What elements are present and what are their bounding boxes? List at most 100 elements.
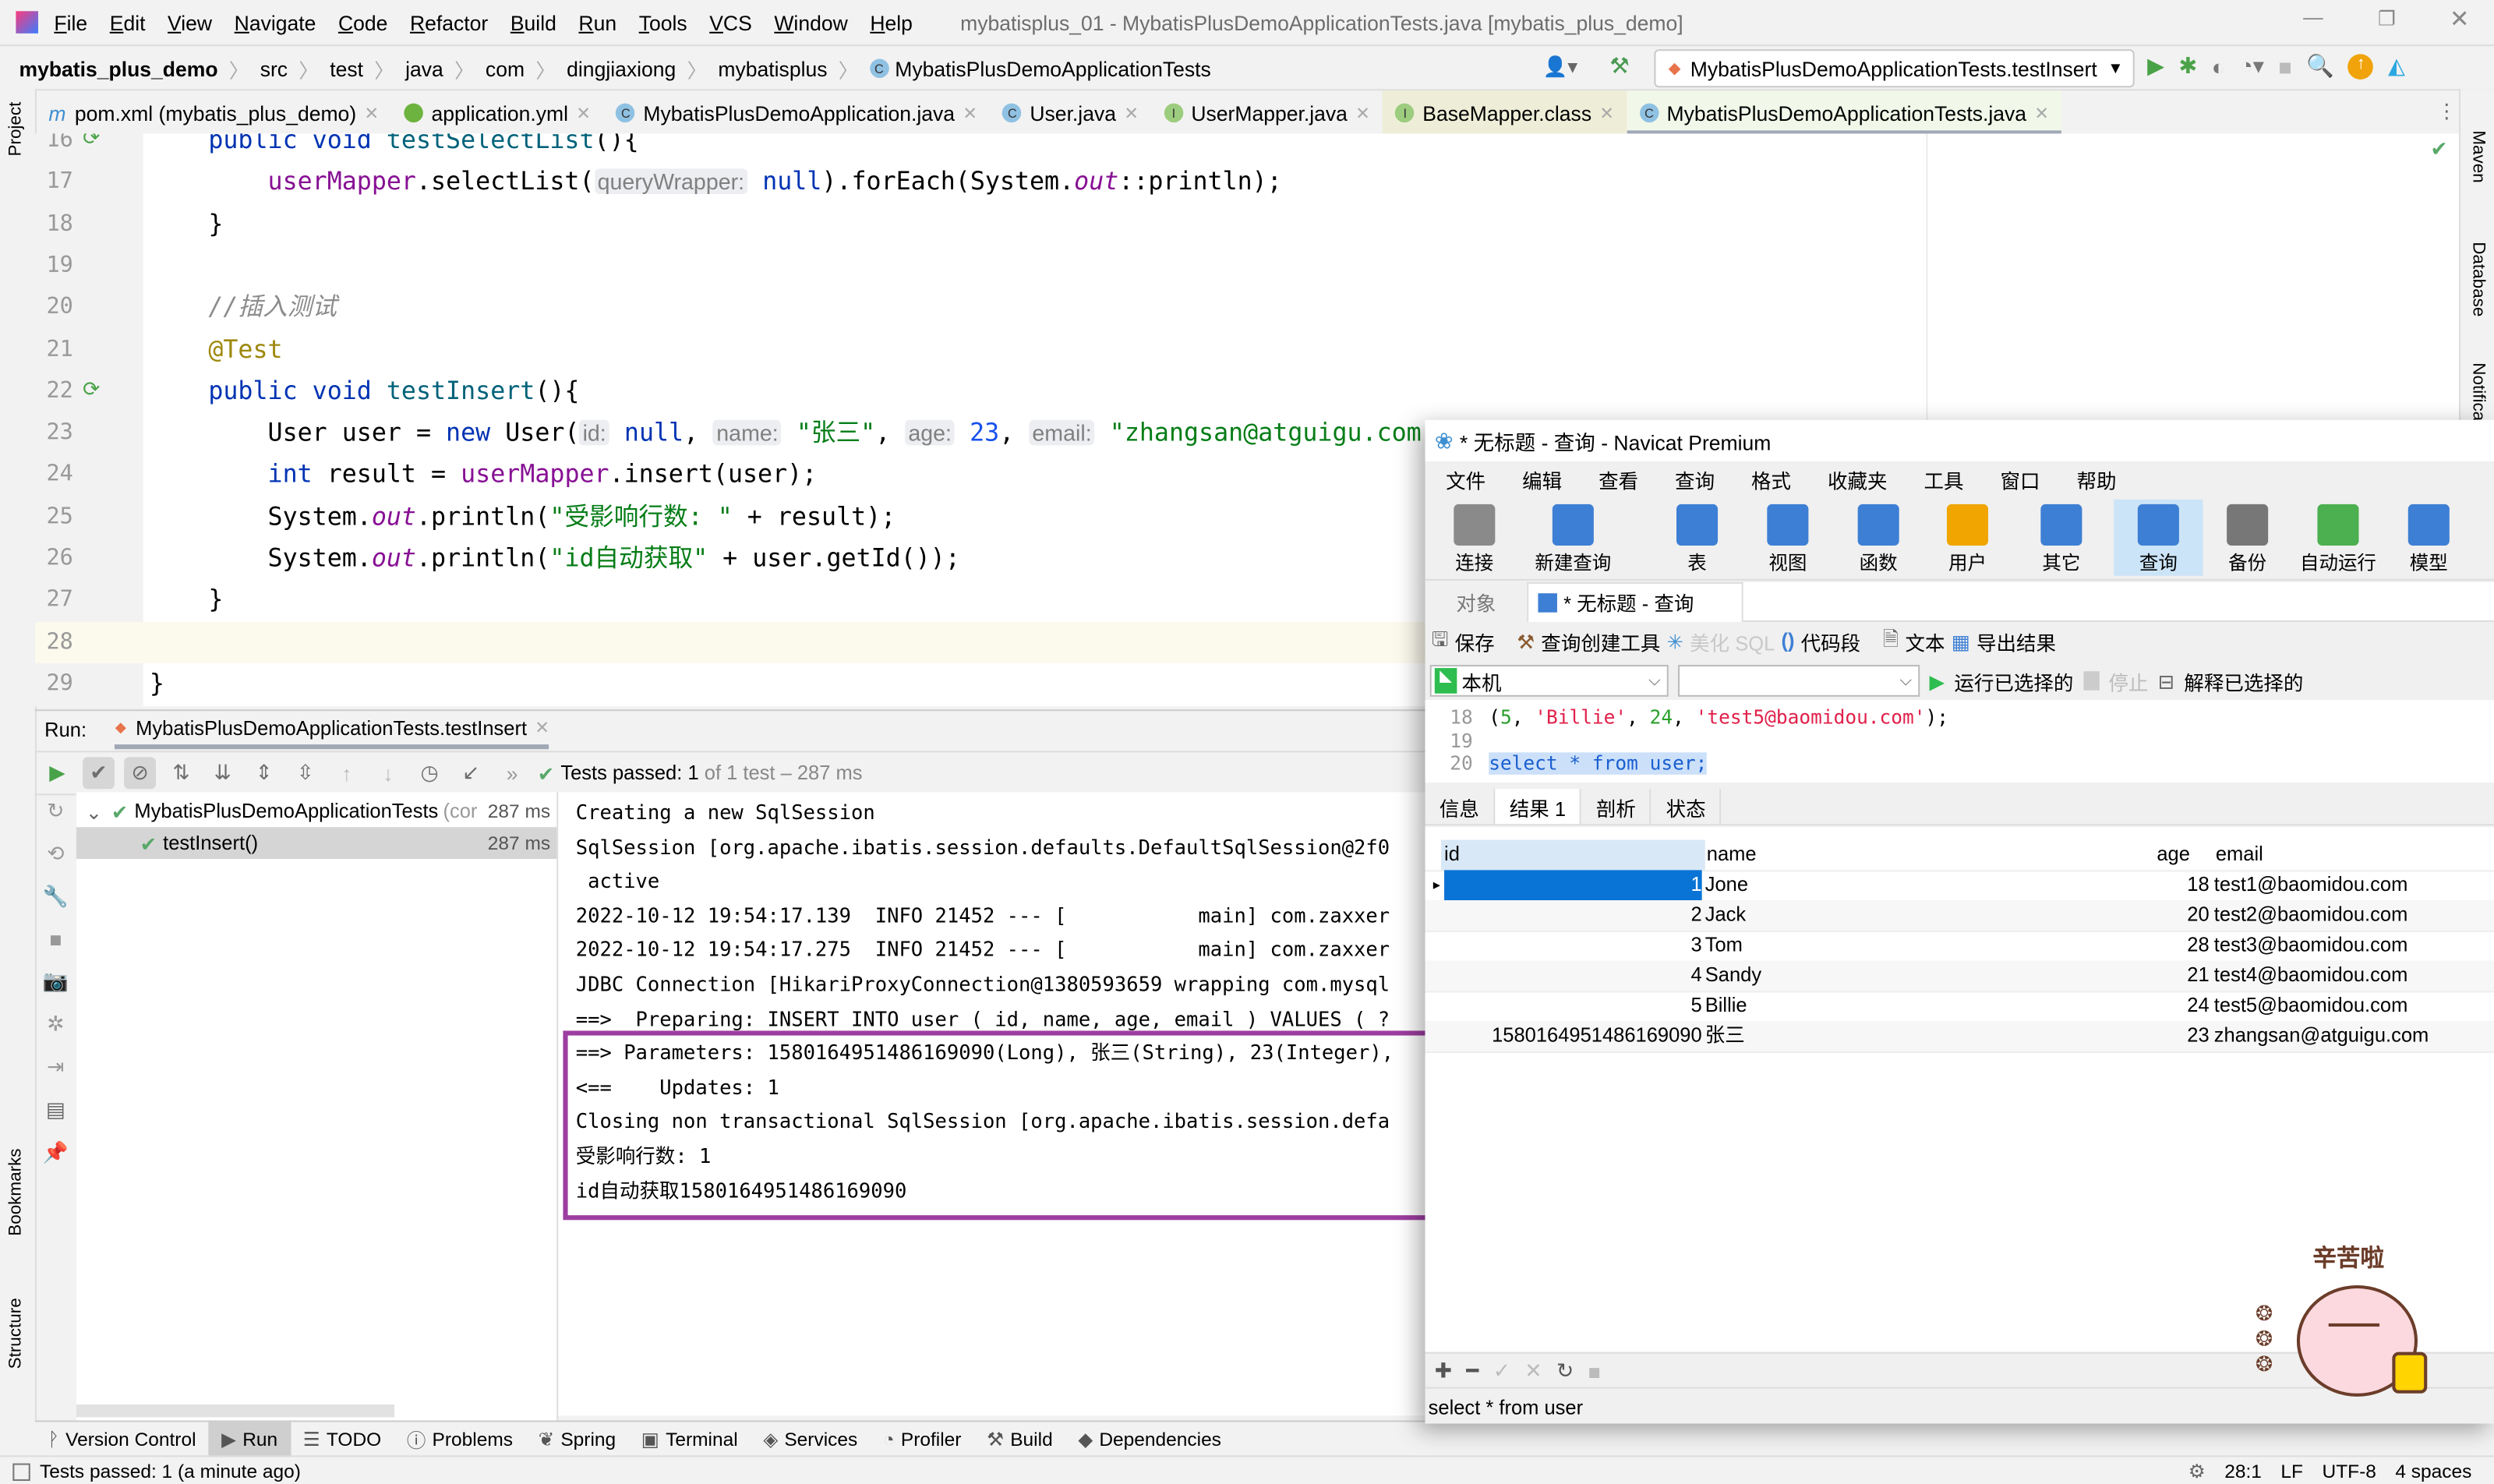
table-row[interactable]: 4 Sandy 21 test4@baomidou.com <box>1425 960 2494 993</box>
close-tab-icon[interactable]: ✕ <box>1124 103 1139 123</box>
run-selected-button[interactable]: 运行已选择的 <box>1954 666 2073 696</box>
screenshot-icon[interactable]: 📷 <box>43 969 69 995</box>
toolbar-connect-button[interactable]: 连接 <box>1430 500 1519 576</box>
result-tab[interactable]: 状态 <box>1651 789 1722 825</box>
tool-window-spring[interactable]: ❦ Spring <box>525 1422 628 1457</box>
tool-window-run[interactable]: ▶ Run <box>208 1422 291 1458</box>
menu-run[interactable]: Run <box>578 10 616 34</box>
run-configuration-select[interactable]: ◆ MybatisPlusDemoApplicationTests.testIn… <box>1654 49 2135 88</box>
sql-editor[interactable]: 18 (5, 'Billie', 24, 'test5@baomidou.com'… <box>1425 699 2494 783</box>
editor-tab[interactable]: C User.java ✕ <box>990 90 1151 135</box>
update-icon[interactable]: ↑ <box>2347 53 2374 80</box>
menu-navigate[interactable]: Navigate <box>235 10 316 34</box>
navicat-menu-item[interactable]: 帮助 <box>2077 464 2117 494</box>
column-header-id[interactable]: id <box>1440 839 1705 871</box>
structure-tool-button[interactable]: Structure <box>6 1298 25 1369</box>
breadcrumb-item[interactable]: java <box>405 56 443 80</box>
rerun-icon[interactable]: ▶ <box>41 757 73 789</box>
tool-window-problems[interactable]: ⓘ Problems <box>394 1422 526 1457</box>
minimize-button[interactable]: — <box>2303 6 2323 29</box>
stop-button[interactable]: 停止 <box>2108 666 2148 696</box>
chevron-icon[interactable]: ⌄ <box>76 800 111 824</box>
tree-scrollbar[interactable] <box>76 1404 395 1418</box>
database-select[interactable]: ⌵ <box>1678 665 1920 697</box>
more-icon[interactable]: » <box>496 757 528 789</box>
discard-icon[interactable]: ✕ <box>1524 1359 1542 1384</box>
build-hammer-icon[interactable]: ⚒ <box>1609 52 1630 80</box>
collapse-all-icon[interactable]: ⇳ <box>289 757 321 789</box>
database-tool-button[interactable]: Database <box>2468 242 2487 316</box>
code-snippet-button[interactable]: 代码段 <box>1801 626 1861 656</box>
navicat-menu-item[interactable]: 工具 <box>1924 464 1964 494</box>
import-tests-icon[interactable]: ↙ <box>455 757 487 789</box>
tab-objects[interactable]: 对象 <box>1425 586 1528 617</box>
notifications-tool-button[interactable]: Notifications <box>2468 362 2487 419</box>
status-toggle-icon[interactable] <box>12 1462 30 1480</box>
stop-icon[interactable]: ■ <box>2278 53 2291 79</box>
toolbar-new-query-button[interactable]: 新建查询 <box>1524 500 1623 576</box>
breadcrumb-item[interactable]: mybatisplus <box>718 56 827 80</box>
beautify-sql-button[interactable]: 美化 SQL <box>1690 626 1775 656</box>
result-tab[interactable]: 结果 1 <box>1495 789 1582 825</box>
export-icon[interactable]: ⇥ <box>47 1055 64 1080</box>
breadcrumb-item[interactable]: src <box>260 56 288 80</box>
test-tree-node[interactable]: ✔ testInsert() 287 ms <box>76 827 557 860</box>
toolbar-table-button[interactable]: 表 <box>1652 500 1741 576</box>
jetbrains-icon[interactable]: ◭ <box>2388 52 2405 80</box>
sort-duration-icon[interactable]: ⇊ <box>207 757 238 789</box>
result-tab[interactable]: 剖析 <box>1581 789 1652 825</box>
text-button[interactable]: 文本 <box>1905 626 1945 656</box>
breadcrumb-item[interactable]: com <box>486 56 525 80</box>
table-row[interactable]: ▸ 1 Jone 18 test1@baomidou.com <box>1425 870 2494 903</box>
menu-tools[interactable]: Tools <box>639 10 687 34</box>
toolbar-auto-run-button[interactable]: 自动运行 <box>2294 500 2383 576</box>
table-row[interactable]: 5 Billie 24 test5@baomidou.com <box>1425 991 2494 1023</box>
prev-failed-icon[interactable]: ↑ <box>330 757 362 789</box>
status-message[interactable]: Tests passed: 1 (a minute ago) <box>40 1460 301 1482</box>
table-row[interactable]: 3 Tom 28 test3@baomidou.com <box>1425 931 2494 963</box>
close-tab-icon[interactable]: ✕ <box>2034 103 2049 123</box>
tool-window-todo[interactable]: ☰ TODO <box>290 1422 394 1457</box>
editor-tab[interactable]: C MybatisPlusDemoApplication.java ✕ <box>603 90 990 135</box>
navicat-menu-item[interactable]: 文件 <box>1446 464 1485 494</box>
show-passed-icon[interactable]: ✔ <box>83 757 115 790</box>
toolbar-user-button[interactable]: 用户 <box>1923 500 2012 576</box>
tool-window-profiler[interactable]: ◔ Profiler <box>871 1422 974 1457</box>
stop-icon[interactable]: ■ <box>49 928 62 952</box>
user-icon[interactable]: 👤▾ <box>1543 54 1578 80</box>
sort-alpha-icon[interactable]: ⇅ <box>165 757 197 789</box>
navicat-menu-item[interactable]: 窗口 <box>2001 464 2040 494</box>
tool-window-dependencies[interactable]: ◆ Dependencies <box>1065 1422 1234 1457</box>
close-window-button[interactable]: ✕ <box>2450 5 2470 34</box>
history-icon[interactable]: ◷ <box>414 757 446 789</box>
line-separator[interactable]: LF <box>2280 1460 2303 1482</box>
maven-tool-button[interactable]: Maven <box>2468 130 2487 182</box>
run-icon[interactable]: ▶ <box>2147 52 2164 80</box>
toolbar-other-button[interactable]: 其它 <box>2017 500 2106 576</box>
table-row[interactable]: 1580164951486169090 张三 23 zhangsan@atguigu.… <box>1425 1021 2494 1054</box>
result-tab[interactable]: 信息 <box>1425 789 1496 825</box>
breadcrumb-item[interactable]: test <box>330 56 363 80</box>
test-tree-node[interactable]: ⌄ ✔ MybatisPlusDemoApplicationTests (cor 287… <box>76 795 556 827</box>
project-tool-button[interactable]: Project <box>6 102 25 157</box>
maximize-button[interactable]: ❐ <box>2378 6 2396 30</box>
run-test-gutter-icon[interactable]: ⟳ <box>83 133 100 161</box>
close-tab-icon[interactable]: ✕ <box>1599 103 1614 123</box>
column-header-name[interactable]: name <box>1707 840 1757 871</box>
tool-window-services[interactable]: ◈ Services <box>751 1422 871 1457</box>
pin-icon[interactable]: 📌 <box>43 1140 69 1166</box>
toolbar-backup-button[interactable]: 备份 <box>2203 500 2292 576</box>
file-encoding[interactable]: UTF-8 <box>2323 1460 2376 1482</box>
profile-icon[interactable]: ◔▾ <box>2239 52 2264 80</box>
next-failed-icon[interactable]: ↓ <box>373 757 404 789</box>
layout-icon[interactable]: ▤ <box>46 1097 65 1123</box>
run-tab[interactable]: ◆ MybatisPlusDemoApplicationTests.testIn… <box>115 711 550 750</box>
settings-wrench-icon[interactable]: 🔧 <box>43 885 69 910</box>
menu-build[interactable]: Build <box>510 10 556 34</box>
navicat-menu-item[interactable]: 格式 <box>1751 464 1791 494</box>
breadcrumb-item[interactable]: dingjiaxiong <box>567 56 676 80</box>
toggle-auto-test-icon[interactable]: ⟲ <box>47 842 64 867</box>
close-tab-icon[interactable]: ✕ <box>576 103 591 123</box>
caret-position[interactable]: 28:1 <box>2224 1460 2262 1482</box>
column-header-age[interactable]: age <box>2157 840 2190 871</box>
